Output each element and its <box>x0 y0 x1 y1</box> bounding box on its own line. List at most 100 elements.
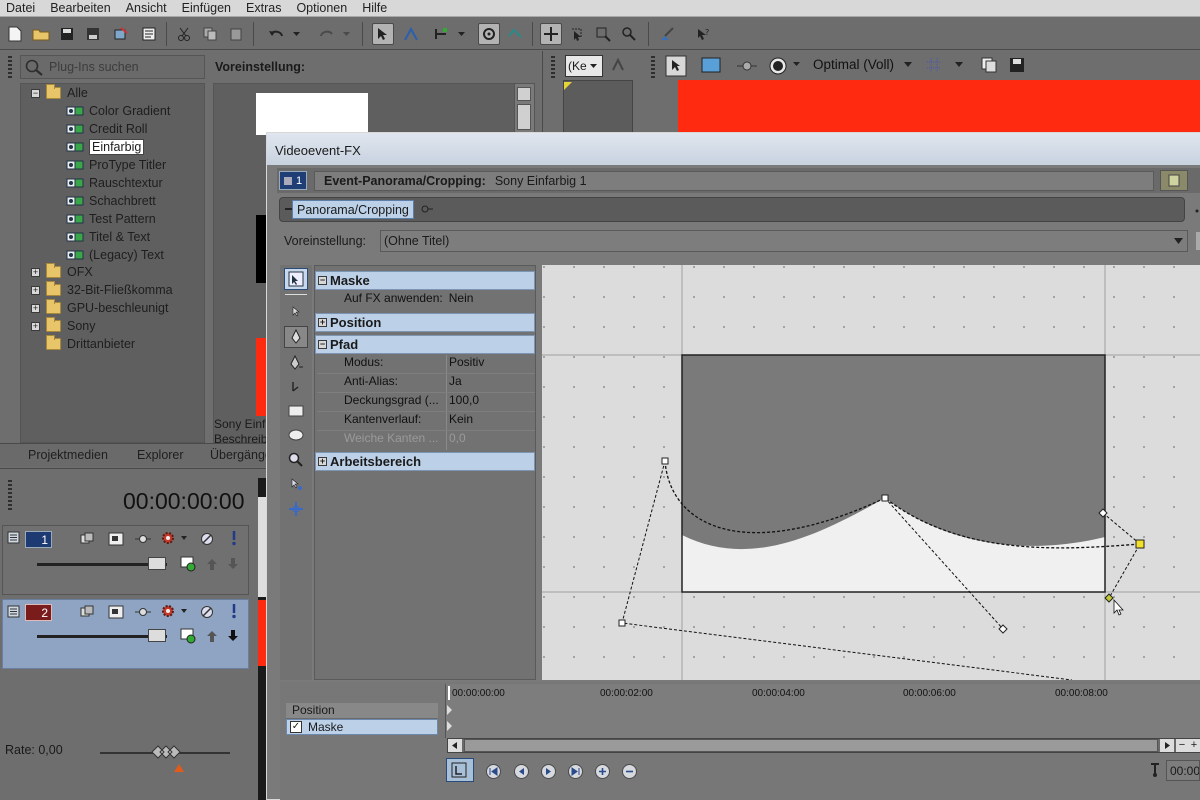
preview-quality-dropdown[interactable]: Optimal (Voll) <box>813 57 894 72</box>
section-pfad[interactable]: − Pfad <box>315 335 535 354</box>
cut-icon[interactable] <box>173 23 195 45</box>
next-keyframe-icon[interactable] <box>541 764 556 779</box>
menu-optionen[interactable]: Optionen <box>296 1 347 15</box>
slider-thumb[interactable] <box>148 629 166 642</box>
last-keyframe-icon[interactable] <box>568 764 583 779</box>
video-output-icon[interactable] <box>700 55 722 77</box>
track-up-icon[interactable] <box>205 629 219 643</box>
track-fx-icon[interactable] <box>108 532 124 546</box>
plugin-item[interactable]: Credit Roll <box>66 120 147 138</box>
select-zoom-tool-icon[interactable] <box>284 473 308 495</box>
track-gear-icon[interactable] <box>160 530 188 546</box>
dialog-preset-dropdown[interactable]: (Ohne Titel) <box>380 230 1188 252</box>
selection-tool-icon[interactable] <box>566 23 588 45</box>
normal-edit-tool-icon[interactable] <box>372 23 394 45</box>
video-preview[interactable] <box>678 80 1200 133</box>
whats-this-icon[interactable]: ? <box>692 23 714 45</box>
fx-chain-panorama-cropping[interactable]: Panorama/Cropping <box>292 200 414 219</box>
expand-icon[interactable]: + <box>31 267 40 277</box>
expand-icon[interactable]: + <box>31 321 40 331</box>
track-mute-icon[interactable] <box>200 605 214 619</box>
menu-hilfe[interactable]: Hilfe <box>362 1 387 15</box>
menu-einfuegen[interactable]: Einfügen <box>182 1 231 15</box>
tree-root-alle[interactable]: − Alle <box>31 84 88 102</box>
maske-checkbox[interactable]: ✓ <box>290 721 302 733</box>
playhead-marker[interactable] <box>448 686 453 700</box>
scroll-right-button[interactable] <box>1160 739 1174 752</box>
plugin-item[interactable]: Schachbrett <box>66 192 156 210</box>
plugin-item[interactable]: Color Gradient <box>66 102 170 120</box>
trimmer-view[interactable] <box>563 80 633 133</box>
menu-datei[interactable]: Datei <box>6 1 35 15</box>
keyframe-track-maske[interactable]: ✓ Maske <box>286 719 438 735</box>
keyframe-marker[interactable] <box>447 705 453 715</box>
keyframe-marker[interactable] <box>447 721 453 731</box>
track-gear-icon[interactable] <box>160 603 188 619</box>
first-keyframe-icon[interactable] <box>486 764 501 779</box>
tab-projektmedien[interactable]: Projektmedien <box>28 445 108 465</box>
save-icon[interactable] <box>56 23 78 45</box>
track-solo-icon[interactable] <box>230 603 238 619</box>
collapse-icon[interactable]: − <box>31 88 40 98</box>
mask-workspace[interactable] <box>542 265 1200 680</box>
plugin-item[interactable]: Test Pattern <box>66 210 156 228</box>
menu-bearbeiten[interactable]: Bearbeiten <box>50 1 110 15</box>
tree-folder-ofx[interactable]: + OFX <box>31 263 93 281</box>
copy-snapshot-icon[interactable] <box>980 56 998 74</box>
expand-icon[interactable]: + <box>31 303 40 313</box>
zoom-tool-icon[interactable] <box>284 449 308 471</box>
move-tool-icon[interactable] <box>284 498 308 520</box>
plugin-item[interactable]: Rauschtextur <box>66 174 163 192</box>
lock-envelopes-icon[interactable] <box>504 23 526 45</box>
fx-enable-icon[interactable] <box>284 268 308 290</box>
plugin-item[interactable]: Titel & Text <box>66 228 150 246</box>
save-snapshot-icon[interactable] <box>1008 56 1026 74</box>
paint-brush-icon[interactable] <box>656 23 678 45</box>
overlay-icon[interactable] <box>767 55 789 77</box>
preview-select-icon[interactable] <box>665 55 687 77</box>
save-as-icon[interactable] <box>82 23 104 45</box>
envelope-tool-icon[interactable] <box>400 23 422 45</box>
add-keyframe-icon[interactable] <box>595 764 610 779</box>
render-icon[interactable] <box>110 23 132 45</box>
plugin-item-selected[interactable]: Einfarbig <box>66 138 145 156</box>
tree-folder-drittanbieter[interactable]: Drittanbieter <box>46 335 135 353</box>
sync-cursor-button[interactable] <box>446 758 474 782</box>
track-mute-icon[interactable] <box>200 532 214 546</box>
open-folder-icon[interactable] <box>30 23 52 45</box>
grid-dropdown-icon[interactable] <box>955 62 963 67</box>
new-file-icon[interactable] <box>4 23 26 45</box>
undo-icon[interactable] <box>265 23 287 45</box>
plugin-item[interactable]: ProType Titler <box>66 156 166 174</box>
arrow-tool-icon[interactable] <box>284 300 308 322</box>
ellipse-tool-icon[interactable] <box>284 424 308 446</box>
track-solo-icon[interactable] <box>230 530 238 546</box>
scroll-up-button[interactable] <box>517 87 531 101</box>
dialog-title[interactable]: Videoevent-FX <box>267 133 1200 165</box>
pen-tool-icon[interactable] <box>284 326 308 348</box>
grid-icon[interactable] <box>926 57 942 73</box>
auto-ripple-icon[interactable] <box>430 23 452 45</box>
snapping-icon[interactable] <box>478 23 500 45</box>
prop-anti-alias[interactable]: Anti-Alias: Ja <box>317 374 535 393</box>
properties-icon[interactable] <box>138 23 160 45</box>
track-down-icon[interactable] <box>226 557 240 571</box>
scroll-thumb[interactable] <box>517 104 531 130</box>
magnifier-icon[interactable] <box>618 23 640 45</box>
ignore-grouping-icon[interactable] <box>540 23 562 45</box>
rectangle-tool-icon[interactable] <box>284 400 308 422</box>
track-expand-icon[interactable] <box>180 628 196 644</box>
quality-dropdown-icon[interactable] <box>904 62 912 67</box>
scroll-left-button[interactable] <box>448 739 462 752</box>
tree-folder-gpu[interactable]: + GPU-beschleunigt <box>31 299 168 317</box>
search-input[interactable]: Plug-Ins suchen <box>49 60 139 74</box>
rate-slider-thumb[interactable] <box>150 744 184 774</box>
zoom-tool-icon[interactable] <box>592 23 614 45</box>
trimmer-tool-icon[interactable] <box>610 57 626 73</box>
copy-icon[interactable] <box>199 23 221 45</box>
preset-thumbnail-white[interactable] <box>256 93 368 135</box>
anchor-tool-icon[interactable] <box>284 376 308 398</box>
track-down-icon[interactable] <box>226 629 240 643</box>
tab-explorer[interactable]: Explorer <box>137 445 184 465</box>
delete-keyframe-icon[interactable] <box>622 764 637 779</box>
